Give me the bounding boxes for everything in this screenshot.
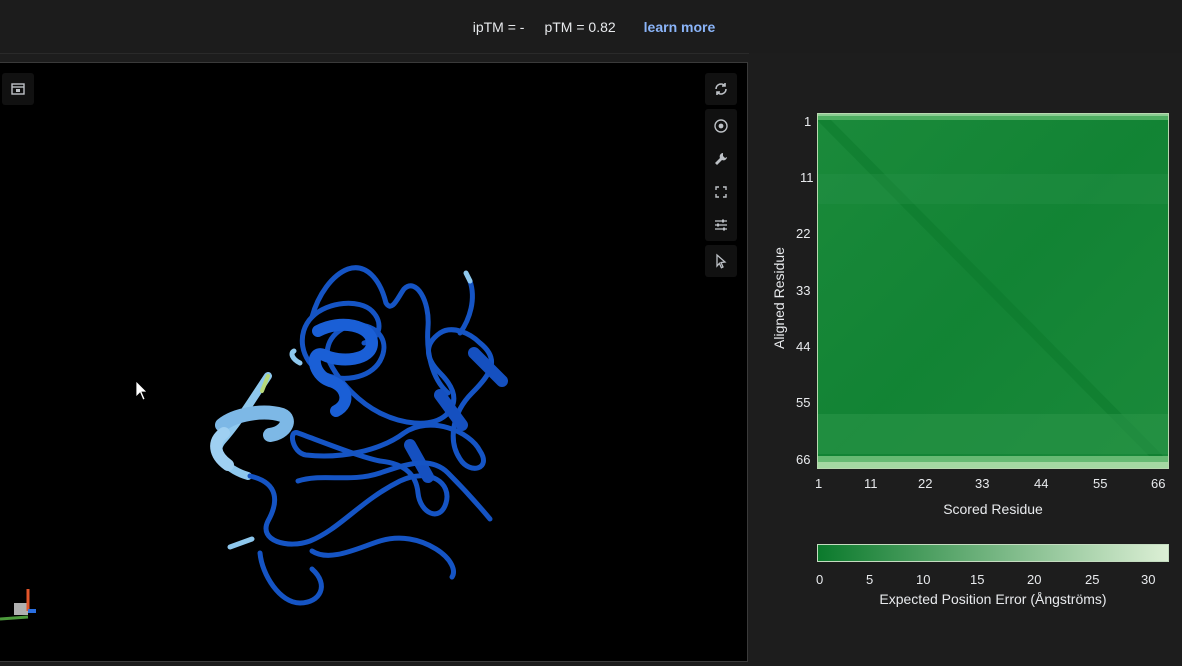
pae-colorbar <box>817 544 1169 562</box>
x-tick: 55 <box>1093 476 1108 491</box>
colorbar-tick: 5 <box>866 572 874 587</box>
x-tick: 22 <box>918 476 933 491</box>
iptm-value: ipTM = - <box>472 18 525 35</box>
colorbar-tick: 25 <box>1085 572 1100 587</box>
x-tick: 11 <box>864 476 878 491</box>
colorbar-tick: 20 <box>1027 572 1042 587</box>
colorbar-tick: 10 <box>916 572 931 587</box>
top-bar: ipTM = - pTM = 0.82 learn more <box>0 0 1182 54</box>
y-tick: 33 <box>796 283 811 298</box>
x-tick: 33 <box>975 476 990 491</box>
colorbar-label: Expected Position Error (Ångströms) <box>879 591 1107 607</box>
ptm-value: pTM = 0.82 <box>544 18 616 35</box>
y-tick: 55 <box>796 395 811 410</box>
y-tick: 22 <box>796 226 811 241</box>
x-tick: 1 <box>815 476 823 491</box>
x-axis-label: Scored Residue <box>943 501 1043 517</box>
y-tick: 1 <box>804 114 812 129</box>
colorbar-tick: 15 <box>970 572 985 587</box>
y-axis-label: Aligned Residue <box>771 247 787 349</box>
pae-heatmap[interactable] <box>814 110 1172 472</box>
x-tick: 66 <box>1151 476 1166 491</box>
colorbar-tick: 30 <box>1141 572 1156 587</box>
y-tick: 44 <box>796 339 811 354</box>
structure-viewer[interactable] <box>0 62 748 662</box>
colorbar-tick: 0 <box>816 572 824 587</box>
x-tick: 44 <box>1034 476 1049 491</box>
protein-structure <box>0 265 508 621</box>
y-tick: 11 <box>800 170 814 185</box>
pae-heatmap-canvas <box>814 110 1172 472</box>
learn-more-link[interactable]: learn more <box>644 19 716 35</box>
y-tick: 66 <box>796 452 811 467</box>
